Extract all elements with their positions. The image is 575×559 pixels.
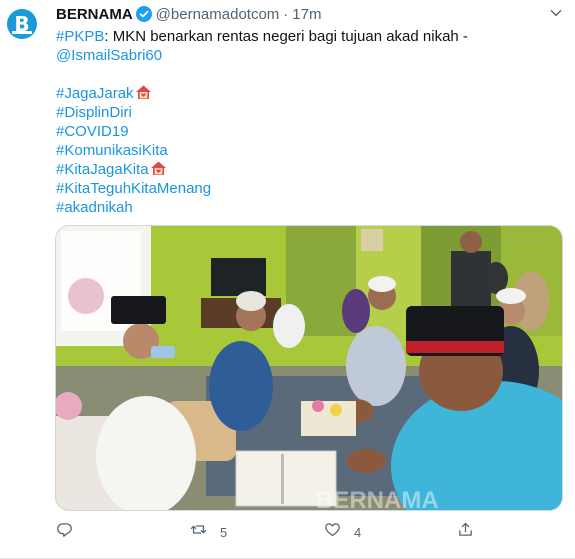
retweet-icon — [190, 521, 207, 543]
header-separator: · — [283, 5, 289, 23]
house-with-heart-emoji-icon — [150, 160, 167, 176]
more-options-chevron-icon[interactable] — [547, 4, 565, 22]
tweet-main-text: : MKN benarkan rentas negeri bagi tujuan… — [104, 28, 468, 45]
bernama-watermark: BERNAMA — [316, 487, 439, 511]
verified-badge-icon — [135, 6, 152, 22]
tweet-actions: 5 4 — [56, 521, 516, 543]
hashtag-link[interactable]: #KitaJagaKita — [56, 161, 149, 178]
tweet-text: #PKPB: MKN benarkan rentas negeri bagi t… — [56, 27, 556, 217]
house-with-heart-emoji-icon — [135, 84, 152, 100]
like-button[interactable]: 4 — [324, 521, 361, 543]
hashtag-link[interactable]: #DisplinDiri — [56, 104, 132, 121]
retweet-count: 5 — [220, 524, 228, 540]
share-button[interactable] — [457, 521, 474, 543]
author-handle[interactable]: @bernamadotcom — [156, 6, 280, 23]
hashtag-link[interactable]: #COVID19 — [56, 123, 129, 140]
reply-button[interactable] — [56, 521, 73, 543]
tweet[interactable]: B BERNAMA @bernamadotcom · 17m #PKPB: MK… — [0, 0, 575, 559]
avatar[interactable]: B — [7, 9, 37, 39]
tweet-photo[interactable]: BERNAMA — [55, 225, 563, 511]
hashtag-link[interactable]: #PKPB — [56, 28, 104, 45]
hashtag-link[interactable]: #KomunikasiKita — [56, 142, 168, 159]
avatar-logo-bar — [12, 31, 32, 34]
heart-icon — [324, 521, 341, 543]
mention-link[interactable]: @IsmailSabri60 — [56, 47, 162, 64]
tweet-header: BERNAMA @bernamadotcom · 17m — [56, 4, 321, 24]
hashtag-link[interactable]: #KitaTeguhKitaMenang — [56, 180, 211, 197]
hashtag-link[interactable]: #JagaJarak — [56, 85, 134, 102]
like-count: 4 — [354, 524, 362, 540]
tweet-timestamp[interactable]: 17m — [292, 6, 321, 23]
retweet-button[interactable]: 5 — [190, 521, 227, 543]
hashtag-link[interactable]: #akadnikah — [56, 199, 133, 216]
share-icon — [457, 521, 474, 543]
author-display-name[interactable]: BERNAMA — [56, 6, 133, 23]
reply-icon — [56, 521, 73, 543]
wedding-ceremony-photo: BERNAMA — [56, 226, 562, 511]
